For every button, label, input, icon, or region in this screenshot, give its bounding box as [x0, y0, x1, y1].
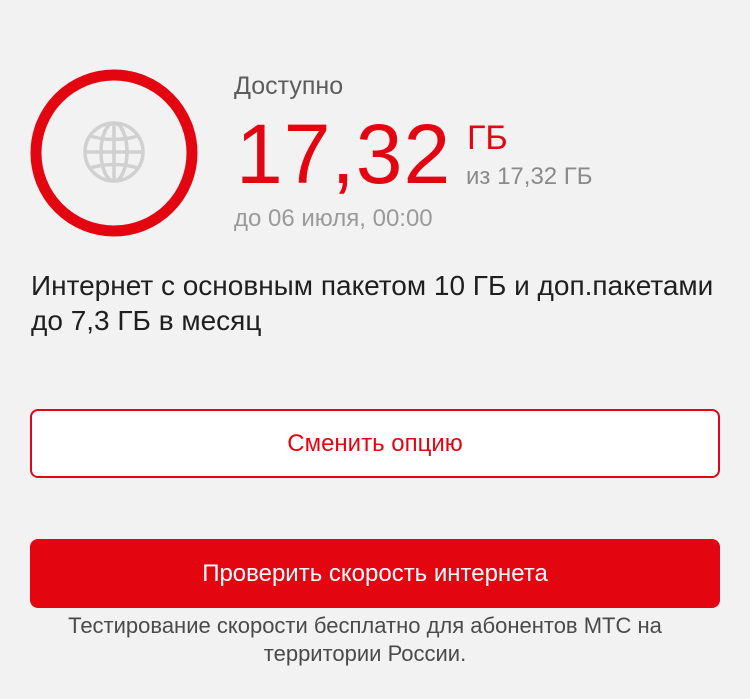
plan-description: Интернет с основным пакетом 10 ГБ и доп.…: [31, 270, 714, 336]
expiry-date: до 06 июля, 00:00: [234, 205, 433, 232]
speed-test-note: Тестирование скорости бесплатно для абон…: [68, 613, 662, 666]
remaining-amount: 17,32: [236, 107, 452, 201]
available-label: Доступно: [234, 72, 344, 100]
check-speed-button[interactable]: Проверить скорость интернета: [30, 539, 720, 608]
globe-icon: [83, 121, 145, 183]
total-amount: из 17,32 ГБ: [466, 163, 593, 190]
change-option-button[interactable]: Сменить опцию: [30, 409, 720, 478]
usage-ring: [30, 69, 198, 237]
amount-unit: ГБ: [467, 119, 508, 157]
